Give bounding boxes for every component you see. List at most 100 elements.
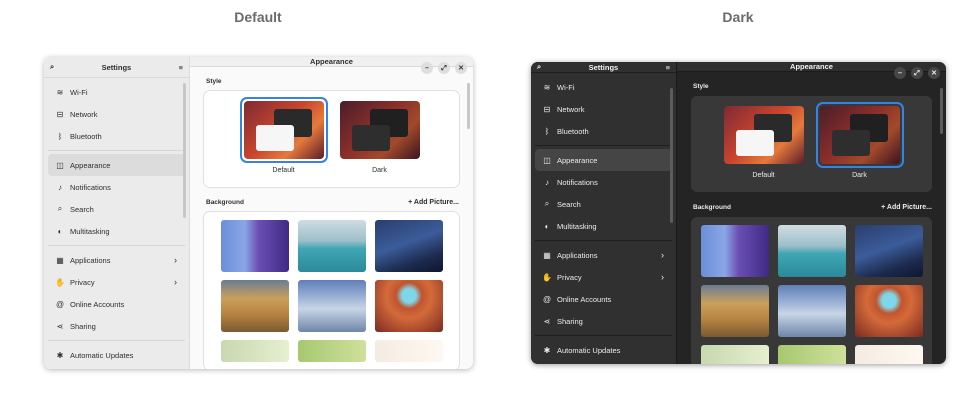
sidebar-item-wifi[interactable]: ≋ Wi-Fi: [535, 76, 672, 98]
sidebar-title: Settings: [101, 62, 132, 72]
style-preview-dark[interactable]: [818, 104, 902, 166]
bell-icon: ♪: [58, 182, 62, 192]
sidebar: ⌕ Settings ≡ ≋ Wi-Fi ⊟ Network ᛒ Bluetooth …: [44, 57, 190, 369]
sidebar-item-label: Search: [70, 204, 94, 214]
sidebar-item-wifi[interactable]: ≋ Wi-Fi: [48, 81, 185, 103]
sidebar-item-notifications[interactable]: ♪ Notifications: [535, 171, 672, 193]
wifi-icon: ≋: [56, 87, 64, 97]
style-option-label: Dark: [852, 172, 867, 179]
hamburger-menu-icon[interactable]: ≡: [179, 63, 183, 72]
wallpaper-thumbnail[interactable]: [777, 225, 846, 277]
wallpaper-thumbnail[interactable]: [374, 220, 443, 272]
sidebar-item-search[interactable]: ⌕ Search: [535, 193, 672, 215]
style-option-dark[interactable]: Dark: [338, 99, 422, 187]
sidebar-item-label: Applications: [70, 255, 111, 265]
add-picture-button[interactable]: + Add Picture...: [408, 199, 459, 206]
wallpaper-grid: [204, 212, 459, 369]
chevron-right-icon: ›: [174, 277, 177, 287]
sidebar-item-label: Bluetooth: [70, 131, 102, 141]
sidebar: ⌕ Settings ≡ ≋ Wi-Fi ⊟ Network ᛒ Bluetooth …: [531, 62, 677, 364]
wallpaper-thumbnail[interactable]: [854, 285, 923, 337]
sidebar-item-online-accounts[interactable]: @ Online Accounts: [48, 293, 185, 315]
multitasking-icon: ◐: [544, 221, 550, 231]
wallpaper-thumbnail[interactable]: [220, 340, 289, 362]
sidebar-item-applications[interactable]: ▦ Applications ›: [535, 244, 672, 266]
wallpaper-thumbnail[interactable]: [220, 220, 289, 272]
sidebar-item-network[interactable]: ⊟ Network: [535, 98, 672, 120]
sidebar-item-privacy[interactable]: ✋ Privacy ›: [535, 266, 672, 288]
search-icon: ⌕: [544, 199, 550, 208]
sidebar-item-multitasking[interactable]: ◐ Multitasking: [48, 220, 185, 242]
sidebar-item-bluetooth[interactable]: ᛒ Bluetooth: [535, 120, 672, 142]
sidebar-item-applications[interactable]: ▦ Applications ›: [48, 249, 185, 271]
divider: [535, 145, 672, 146]
add-picture-button[interactable]: + Add Picture...: [881, 204, 932, 211]
settings-window-light: ⌕ Settings ≡ ≋ Wi-Fi ⊟ Network ᛒ Bluetooth …: [44, 57, 473, 369]
network-icon: ⊟: [543, 104, 551, 114]
chevron-right-icon: ›: [174, 255, 177, 265]
sidebar-item-label: Appearance: [557, 155, 598, 165]
divider: [48, 245, 185, 246]
wallpaper-thumbnail[interactable]: [374, 340, 443, 362]
style-option-dark[interactable]: Dark: [818, 104, 902, 192]
sidebar-item-automatic-updates[interactable]: ✱ Automatic Updates: [48, 344, 185, 366]
background-section-title: Background: [693, 204, 731, 211]
sidebar-item-search[interactable]: ⌕ Search: [48, 198, 185, 220]
sidebar-item-notifications[interactable]: ♪ Notifications: [48, 176, 185, 198]
caption-dark: Dark: [722, 9, 754, 25]
sidebar-item-label: Network: [557, 104, 585, 114]
main-header: Appearance – ⤢ ✕: [677, 62, 946, 79]
style-preview-image: [723, 106, 804, 164]
sidebar-item-network[interactable]: ⊟ Network: [48, 103, 185, 125]
style-preview-dark[interactable]: [338, 99, 422, 161]
sidebar-item-online-accounts[interactable]: @ Online Accounts: [535, 288, 672, 310]
wallpaper-thumbnail[interactable]: [220, 280, 289, 332]
style-preview-default[interactable]: [242, 99, 326, 161]
main-panel: Appearance – ⤢ ✕ Style Default Dark Back…: [677, 62, 946, 364]
wallpaper-thumbnail[interactable]: [700, 285, 769, 337]
appearance-icon: ◫: [543, 155, 551, 165]
wallpaper-thumbnail[interactable]: [700, 225, 769, 277]
wallpaper-thumbnail[interactable]: [374, 280, 443, 332]
search-icon[interactable]: ⌕: [537, 62, 541, 72]
style-option-default[interactable]: Default: [242, 99, 326, 187]
sidebar-item-sharing[interactable]: ⋖ Sharing: [48, 315, 185, 337]
main-scrollbar[interactable]: [467, 83, 470, 129]
wallpaper-thumbnail[interactable]: [777, 345, 846, 364]
sidebar-header: ⌕ Settings ≡: [44, 57, 189, 78]
search-icon: ⌕: [57, 204, 63, 213]
sidebar-item-appearance[interactable]: ◫ Appearance: [535, 149, 672, 171]
wallpaper-thumbnail[interactable]: [854, 225, 923, 277]
sidebar-item-sharing[interactable]: ⋖ Sharing: [535, 310, 672, 332]
wallpaper-thumbnail[interactable]: [854, 345, 923, 364]
wallpaper-thumbnail[interactable]: [700, 345, 769, 364]
hamburger-menu-icon[interactable]: ≡: [666, 63, 670, 72]
main-header: Appearance – ⤢ ✕: [190, 57, 473, 74]
wallpaper-thumbnail[interactable]: [297, 220, 366, 272]
sharing-icon: ⋖: [543, 316, 551, 326]
style-option-default[interactable]: Default: [722, 104, 806, 192]
page-title: Appearance: [310, 57, 353, 66]
sidebar-item-label: Sharing: [557, 316, 583, 326]
sidebar-item-label: Wi-Fi: [70, 87, 88, 97]
sidebar-item-appearance[interactable]: ◫ Appearance: [48, 154, 185, 176]
sidebar-item-label: Automatic Updates: [557, 345, 621, 355]
sidebar-item-automatic-updates[interactable]: ✱ Automatic Updates: [535, 339, 672, 361]
wallpaper-thumbnail[interactable]: [297, 340, 366, 362]
style-preview-default[interactable]: [722, 104, 806, 166]
sidebar-item-label: Notifications: [70, 182, 111, 192]
preview-window: [735, 130, 774, 156]
sidebar-item-bluetooth[interactable]: ᛒ Bluetooth: [48, 125, 185, 147]
search-icon[interactable]: ⌕: [50, 62, 54, 72]
sidebar-scrollbar[interactable]: [183, 83, 186, 218]
sidebar-item-multitasking[interactable]: ◐ Multitasking: [535, 215, 672, 237]
sidebar-item-privacy[interactable]: ✋ Privacy ›: [48, 271, 185, 293]
divider: [535, 240, 672, 241]
sidebar-item-label: Multitasking: [557, 221, 597, 231]
wallpaper-thumbnail[interactable]: [297, 280, 366, 332]
online-accounts-icon: @: [542, 294, 552, 304]
main-scrollbar[interactable]: [940, 88, 943, 134]
wallpaper-thumbnail[interactable]: [777, 285, 846, 337]
divider: [535, 335, 672, 336]
sidebar-scrollbar[interactable]: [670, 88, 673, 223]
